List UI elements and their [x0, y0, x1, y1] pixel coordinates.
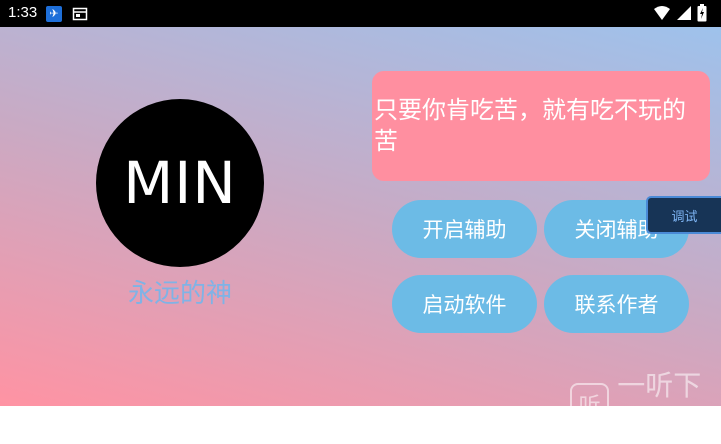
document-icon — [72, 7, 88, 21]
debug-tab[interactable]: 调试 — [646, 196, 721, 234]
open-assist-button[interactable]: 开启辅助 — [392, 200, 537, 258]
status-right-icons — [653, 4, 707, 22]
watermark-logo-icon: 听 — [570, 383, 610, 425]
contact-author-button[interactable]: 联系作者 — [544, 275, 689, 333]
quote-box: 只要你肯吃苦，就有吃不玩的苦 — [372, 71, 710, 181]
wifi-icon — [654, 6, 670, 20]
main-screen: MIN 永远的神 只要你肯吃苦，就有吃不玩的苦 开启辅助 关闭辅助 启动软件 联… — [0, 27, 721, 442]
status-bar: 1:33 ✈ — [0, 0, 721, 27]
start-software-button[interactable]: 启动软件 — [392, 275, 537, 333]
battery-icon — [697, 4, 707, 22]
watermark: 听 一听下载 — [570, 364, 721, 444]
app-notification-icon: ✈ — [46, 6, 62, 22]
avatar: MIN — [96, 99, 264, 267]
watermark-text: 一听下载 — [617, 369, 702, 442]
status-time: 1:33 — [8, 4, 38, 21]
signal-icon — [677, 6, 691, 20]
subtitle-text: 永远的神 — [127, 279, 232, 309]
